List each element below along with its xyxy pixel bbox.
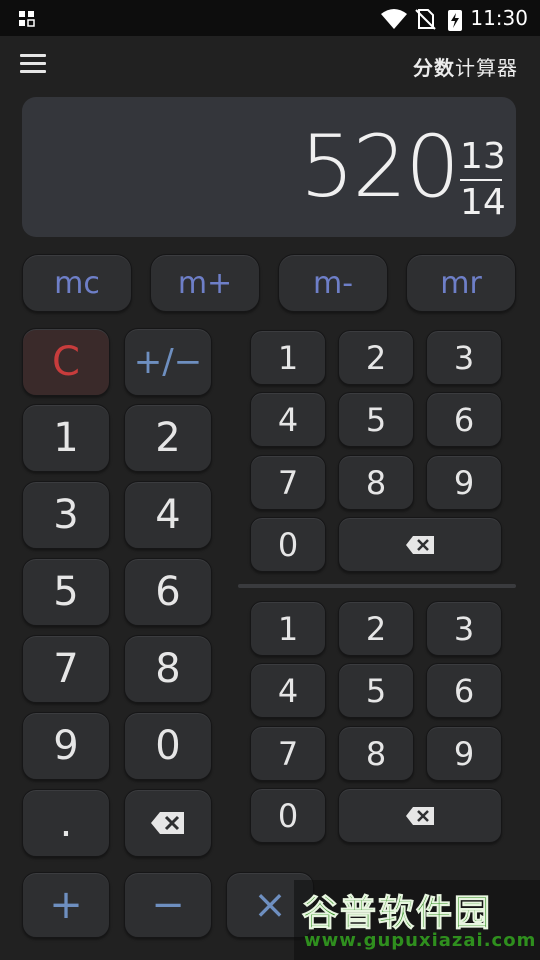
- denominator-digit-8[interactable]: 8: [338, 726, 414, 781]
- memory-clear-button[interactable]: mc: [22, 254, 132, 312]
- plus-button[interactable]: +: [22, 872, 110, 938]
- numerator-digit-5[interactable]: 5: [338, 392, 414, 447]
- numerator-digit-0[interactable]: 0: [250, 517, 326, 572]
- numerator-backspace-button[interactable]: [338, 517, 502, 572]
- whole-digit-2[interactable]: 2: [124, 404, 212, 472]
- display-whole-number: 520: [299, 117, 460, 217]
- numerator-digit-2[interactable]: 2: [338, 330, 414, 385]
- decimal-point-button[interactable]: .: [22, 789, 110, 857]
- whole-digit-7[interactable]: 7: [22, 635, 110, 703]
- watermark-logo: 谷普软件园 www.gupuxiazai.com: [294, 880, 540, 960]
- whole-digit-3[interactable]: 3: [22, 481, 110, 549]
- sign-toggle-button[interactable]: +/−: [124, 328, 212, 396]
- memory-subtract-button[interactable]: m-: [278, 254, 388, 312]
- display-numerator: 13: [460, 136, 506, 177]
- status-bar: 11:30: [0, 0, 540, 36]
- whole-digit-9[interactable]: 9: [22, 712, 110, 780]
- denominator-digit-0[interactable]: 0: [250, 788, 326, 843]
- fraction-divider: [238, 584, 516, 588]
- whole-digit-1[interactable]: 1: [22, 404, 110, 472]
- status-time: 11:30: [470, 6, 528, 30]
- no-sim-icon: [415, 9, 436, 30]
- app-title: 分数计算器: [413, 52, 518, 81]
- backspace-icon: [151, 812, 184, 834]
- display-denominator: 14: [460, 182, 506, 223]
- numerator-digit-7[interactable]: 7: [250, 455, 326, 510]
- app-bar: 分数计算器: [0, 36, 540, 94]
- whole-digit-8[interactable]: 8: [124, 635, 212, 703]
- numerator-digit-4[interactable]: 4: [250, 392, 326, 447]
- battery-charging-icon: [448, 10, 462, 31]
- fraction-bar: [460, 179, 502, 181]
- numerator-digit-9[interactable]: 9: [426, 455, 502, 510]
- wifi-icon: [381, 9, 407, 29]
- menu-icon[interactable]: [20, 54, 46, 76]
- denominator-digit-6[interactable]: 6: [426, 663, 502, 718]
- whole-digit-5[interactable]: 5: [22, 558, 110, 626]
- watermark-url: www.gupuxiazai.com: [304, 930, 537, 951]
- app-title-rest: 计算器: [455, 56, 518, 80]
- denominator-digit-3[interactable]: 3: [426, 601, 502, 656]
- numerator-digit-6[interactable]: 6: [426, 392, 502, 447]
- denominator-digit-5[interactable]: 5: [338, 663, 414, 718]
- numerator-digit-8[interactable]: 8: [338, 455, 414, 510]
- display-fraction: 13 14: [460, 136, 506, 223]
- denominator-backspace-button[interactable]: [338, 788, 502, 843]
- clear-button[interactable]: C: [22, 328, 110, 396]
- numerator-digit-1[interactable]: 1: [250, 330, 326, 385]
- denominator-digit-7[interactable]: 7: [250, 726, 326, 781]
- numerator-digit-3[interactable]: 3: [426, 330, 502, 385]
- backspace-icon: [406, 806, 434, 825]
- whole-digit-4[interactable]: 4: [124, 481, 212, 549]
- whole-digit-0[interactable]: 0: [124, 712, 212, 780]
- denominator-digit-4[interactable]: 4: [250, 663, 326, 718]
- memory-add-button[interactable]: m+: [150, 254, 260, 312]
- minus-button[interactable]: −: [124, 872, 212, 938]
- denominator-digit-9[interactable]: 9: [426, 726, 502, 781]
- denominator-digit-2[interactable]: 2: [338, 601, 414, 656]
- watermark-title: 谷普软件园: [301, 893, 493, 935]
- memory-recall-button[interactable]: mr: [406, 254, 516, 312]
- denominator-digit-1[interactable]: 1: [250, 601, 326, 656]
- app-title-bold: 分数: [413, 56, 455, 80]
- whole-digit-6[interactable]: 6: [124, 558, 212, 626]
- result-display: 520 13 14: [22, 97, 516, 237]
- backspace-icon: [406, 535, 434, 554]
- notification-grid-icon: [19, 11, 35, 27]
- whole-backspace-button[interactable]: [124, 789, 212, 857]
